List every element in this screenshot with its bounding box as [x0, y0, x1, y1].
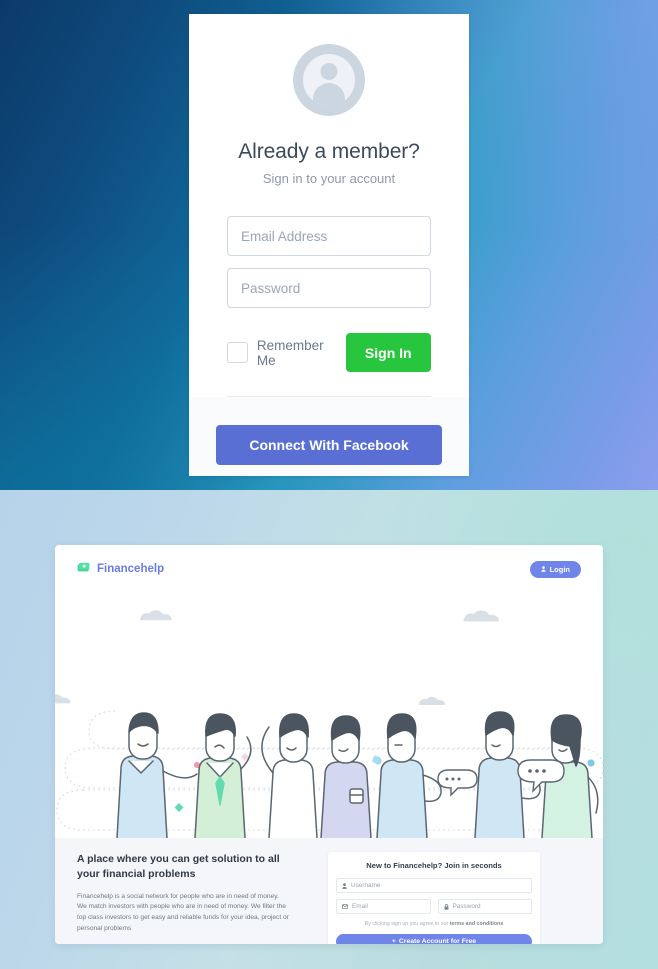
- remember-row: Remember Me Sign In: [227, 333, 431, 372]
- connect-with-facebook-button[interactable]: Connect With Facebook: [216, 425, 442, 465]
- person-icon: [342, 882, 347, 889]
- landing-header: Financehelp Login: [55, 545, 603, 593]
- character: [376, 713, 442, 838]
- page-subtitle: Sign in to your account: [262, 171, 396, 186]
- create-account-label: Create Account for Free: [398, 938, 477, 944]
- avatar-head-shape: [320, 63, 338, 80]
- avatar-body-shape: [313, 83, 345, 106]
- page-title: Already a member?: [238, 140, 420, 163]
- signup-form-title: New to Financehelp? Join in seconds: [366, 861, 502, 870]
- remember-me-label: Remember Me: [256, 337, 324, 368]
- plus-icon: +: [391, 938, 396, 944]
- brand-name: Financehelp: [97, 563, 165, 575]
- login-mockup-panel: Already a member? Sign in to your accoun…: [0, 0, 658, 490]
- login-card: Already a member? Sign in to your accoun…: [189, 14, 469, 476]
- signup-form: New to Financehelp? Join in seconds User…: [328, 852, 540, 944]
- login-button[interactable]: Login: [529, 560, 581, 578]
- cloud-shape: [55, 610, 499, 705]
- landing-bottom-section: A place where you can get solution to al…: [55, 838, 603, 944]
- password-input[interactable]: [227, 268, 431, 308]
- password-field-wrap[interactable]: [437, 899, 532, 914]
- value-prop-heading: A place where you can get solution to al…: [77, 853, 280, 880]
- username-field-wrap[interactable]: [336, 878, 532, 893]
- mockup-page: Already a member? Sign in to your accoun…: [0, 0, 658, 969]
- login-button-label: Login: [549, 564, 570, 574]
- value-prop-block: A place where you can get solution to al…: [77, 852, 289, 944]
- landing-mockup-panel: Financehelp Login A place where you can …: [0, 490, 658, 969]
- character: [261, 713, 318, 838]
- character: [116, 712, 198, 838]
- character: [320, 715, 372, 838]
- brand[interactable]: Financehelp: [77, 560, 164, 578]
- character: [194, 713, 252, 838]
- terms-link[interactable]: terms and conditions: [450, 921, 504, 927]
- username-input[interactable]: [351, 882, 526, 889]
- remember-me-checkbox[interactable]: [227, 342, 248, 363]
- envelope-icon: [342, 904, 348, 909]
- email-field-wrap[interactable]: [336, 899, 431, 914]
- email-input[interactable]: [227, 216, 431, 256]
- login-card-body: Already a member? Sign in to your accoun…: [189, 14, 469, 397]
- create-account-button[interactable]: + Create Account for Free: [336, 934, 532, 944]
- email-input[interactable]: [352, 903, 425, 910]
- people-line-art-illustration: [55, 593, 603, 838]
- remember-group[interactable]: Remember Me: [227, 338, 346, 368]
- signup-row: [336, 899, 532, 914]
- login-card-footer: Connect With Facebook: [189, 397, 469, 476]
- terms-text: By clicking sign up you agree to our ter…: [336, 921, 532, 927]
- lock-icon: [444, 903, 449, 910]
- avatar-inner: [303, 54, 355, 106]
- sign-in-button[interactable]: Sign In: [345, 333, 431, 372]
- person-icon: [540, 565, 546, 574]
- landing-card: Financehelp Login A place where you can …: [55, 545, 603, 944]
- avatar-wrap: [227, 44, 431, 116]
- user-avatar-icon: [293, 44, 365, 116]
- money-cash-icon: [77, 560, 90, 578]
- value-prop-body: Financehelp is a social network for peop…: [77, 892, 289, 932]
- password-input[interactable]: [452, 903, 526, 910]
- terms-prefix: By clicking sign up you agree to our: [364, 921, 450, 927]
